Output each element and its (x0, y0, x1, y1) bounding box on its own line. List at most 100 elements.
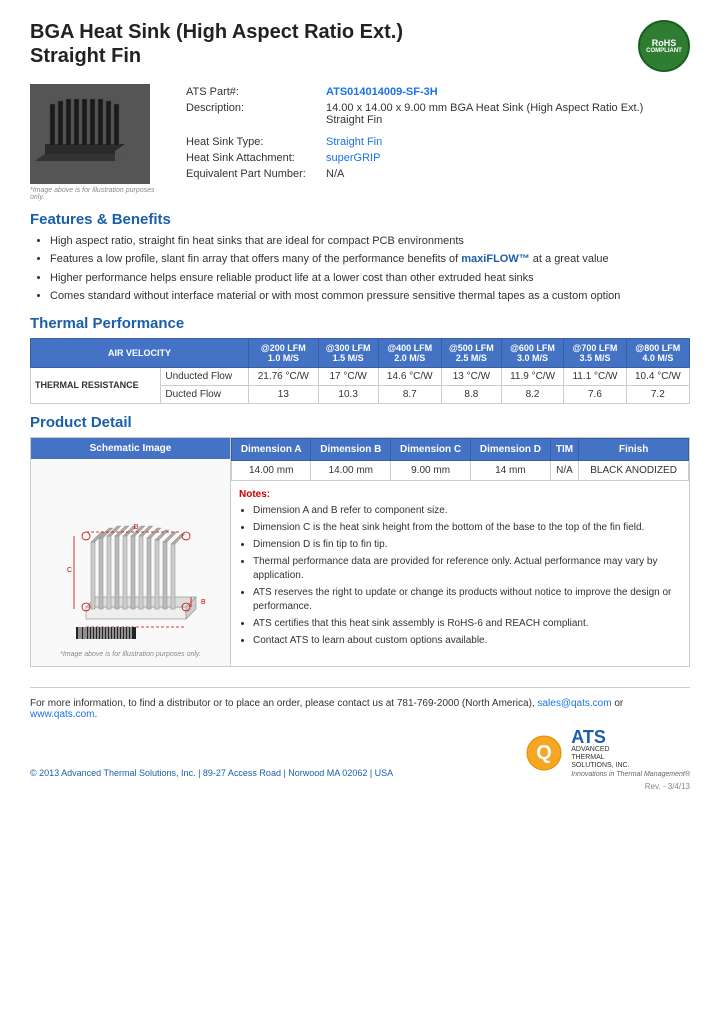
product-detail-title: Product Detail (30, 414, 690, 431)
part-number[interactable]: ATS014014009-SF-3H (326, 86, 438, 98)
part-label: ATS Part#: (180, 84, 320, 100)
note-4: Thermal performance data are provided fo… (253, 555, 681, 583)
equivalent-part-value: N/A (320, 166, 690, 182)
finish-value: BLACK ANODIZED (579, 460, 689, 480)
product-image-box (30, 84, 150, 184)
footer-email[interactable]: sales@qats.com (537, 698, 611, 709)
notes-label: Notes: (239, 489, 681, 500)
footer-bottom: © 2013 Advanced Thermal Solutions, Inc. … (30, 728, 690, 778)
page: BGA Heat Sink (High Aspect Ratio Ext.) S… (0, 0, 720, 1012)
unducted-flow-label: Unducted Flow (161, 367, 249, 385)
ats-fullname: ADVANCED THERMAL SOLUTIONS, INC. (571, 746, 690, 771)
feature-item: Comes standard without interface materia… (50, 289, 690, 304)
col-700lfm: @700 LFM3.5 M/S (564, 338, 626, 367)
tim-value: N/A (550, 460, 578, 480)
rohs-label: RoHS (652, 38, 677, 48)
ducted-200: 13 (248, 385, 318, 403)
heat-sink-type-value[interactable]: Straight Fin (326, 136, 382, 148)
product-info-section: *Image above is for illustration purpose… (30, 84, 690, 201)
unducted-500: 13 °C/W (441, 367, 501, 385)
footer-website[interactable]: www.qats.com (30, 709, 94, 720)
footer-copyright: © 2013 Advanced Thermal Solutions, Inc. … (30, 768, 393, 778)
title-line1: BGA Heat Sink (High Aspect Ratio Ext.) (30, 21, 403, 43)
dim-d-value: 14 mm (471, 460, 551, 480)
rev-text: Rev. - 3/4/13 (30, 782, 690, 791)
dim-c-header: Dimension C (391, 438, 471, 460)
feature-item: High aspect ratio, straight fin heat sin… (50, 234, 690, 249)
product-image-area: *Image above is for illustration purpose… (30, 84, 160, 201)
ducted-300: 10.3 (318, 385, 378, 403)
ats-text-block: ATS ADVANCED THERMAL SOLUTIONS, INC. Inn… (571, 728, 690, 778)
unducted-800: 10.4 °C/W (626, 367, 689, 385)
note-7: Contact ATS to learn about custom option… (253, 634, 681, 648)
dim-table-column: Dimension A Dimension B Dimension C Dime… (231, 438, 689, 666)
ats-logo-block: Q ATS ADVANCED THERMAL SOLUTIONS, INC. I… (525, 728, 690, 778)
col-500lfm: @500 LFM2.5 M/S (441, 338, 501, 367)
tim-header: TIM (550, 438, 578, 460)
dim-a-header: Dimension A (232, 438, 311, 460)
header-section: BGA Heat Sink (High Aspect Ratio Ext.) S… (30, 20, 690, 72)
heat-sink-type-label: Heat Sink Type: (180, 134, 320, 150)
unducted-200: 21.76 °C/W (248, 367, 318, 385)
description-value: 14.00 x 14.00 x 9.00 mm BGA Heat Sink (H… (320, 100, 690, 128)
image-caption: *Image above is for illustration purpose… (30, 187, 160, 201)
feature-item: Features a low profile, slant fin array … (50, 252, 690, 267)
description-label: Description: (180, 100, 320, 128)
schematic-image-area: A B C D (39, 467, 222, 647)
heat-sink-attachment-value[interactable]: superGRIP (326, 152, 380, 164)
ats-label: ATS (571, 728, 690, 746)
product-details-table: ATS Part#: ATS014014009-SF-3H Descriptio… (180, 84, 690, 201)
heatsink-illustration (35, 89, 145, 179)
dim-d-header: Dimension D (471, 438, 551, 460)
schematic-caption: *Image above is for illustration purpose… (39, 651, 222, 658)
thermal-performance-table: AIR VELOCITY @200 LFM1.0 M/S @300 LFM1.5… (30, 338, 690, 404)
schematic-header: Schematic Image (31, 438, 230, 459)
note-2: Dimension C is the heat sink height from… (253, 521, 681, 535)
copyright-text: © 2013 Advanced Thermal Solutions, Inc. … (30, 768, 393, 778)
footer-or-text: or (614, 698, 623, 709)
ats-tagline: Innovations in Thermal Management® (571, 771, 690, 778)
schematic-column: Schematic Image (31, 438, 231, 666)
ducted-400: 8.7 (378, 385, 441, 403)
note-5: ATS reserves the right to update or chan… (253, 586, 681, 614)
ducted-800: 7.2 (626, 385, 689, 403)
svg-text:C: C (67, 567, 72, 574)
notes-list: Dimension A and B refer to component siz… (239, 504, 681, 648)
rohs-sublabel: COMPLIANT (646, 48, 682, 54)
rohs-badge: RoHS COMPLIANT (638, 20, 690, 72)
notes-area: Notes: Dimension A and B refer to compon… (231, 481, 689, 659)
col-600lfm: @600 LFM3.0 M/S (501, 338, 563, 367)
ducted-700: 7.6 (564, 385, 626, 403)
note-1: Dimension A and B refer to component siz… (253, 504, 681, 518)
ducted-flow-label: Ducted Flow (161, 385, 249, 403)
ats-q-logo: Q (525, 734, 563, 772)
dim-b-header: Dimension B (311, 438, 391, 460)
col-300lfm: @300 LFM1.5 M/S (318, 338, 378, 367)
finish-header: Finish (579, 438, 689, 460)
detail-section: Schematic Image (30, 437, 690, 667)
footer-contact-text: For more information, to find a distribu… (30, 698, 535, 709)
title-line2: Straight Fin (30, 45, 141, 67)
maxiflow-link[interactable]: maxiFLOW™ (461, 253, 529, 265)
svg-text:D: D (133, 524, 138, 531)
unducted-400: 14.6 °C/W (378, 367, 441, 385)
feature-item: Higher performance helps ensure reliable… (50, 271, 690, 286)
dim-c-value: 9.00 mm (391, 460, 471, 480)
schematic-svg: A B C D (46, 472, 216, 642)
unducted-700: 11.1 °C/W (564, 367, 626, 385)
footer-contact: For more information, to find a distribu… (30, 698, 690, 720)
features-list: High aspect ratio, straight fin heat sin… (30, 234, 690, 305)
col-400lfm: @400 LFM2.0 M/S (378, 338, 441, 367)
col-200lfm: @200 LFM1.0 M/S (248, 338, 318, 367)
equivalent-part-label: Equivalent Part Number: (180, 166, 320, 182)
footer-section: For more information, to find a distribu… (30, 687, 690, 791)
air-velocity-header: AIR VELOCITY (31, 338, 249, 367)
unducted-600: 11.9 °C/W (501, 367, 563, 385)
col-800lfm: @800 LFM4.0 M/S (626, 338, 689, 367)
features-title: Features & Benefits (30, 211, 690, 228)
note-6: ATS certifies that this heat sink assemb… (253, 617, 681, 631)
dim-b-value: 14.00 mm (311, 460, 391, 480)
svg-text:Q: Q (536, 742, 552, 764)
thermal-resistance-label: THERMAL RESISTANCE (31, 367, 161, 403)
page-title: BGA Heat Sink (High Aspect Ratio Ext.) S… (30, 20, 403, 68)
